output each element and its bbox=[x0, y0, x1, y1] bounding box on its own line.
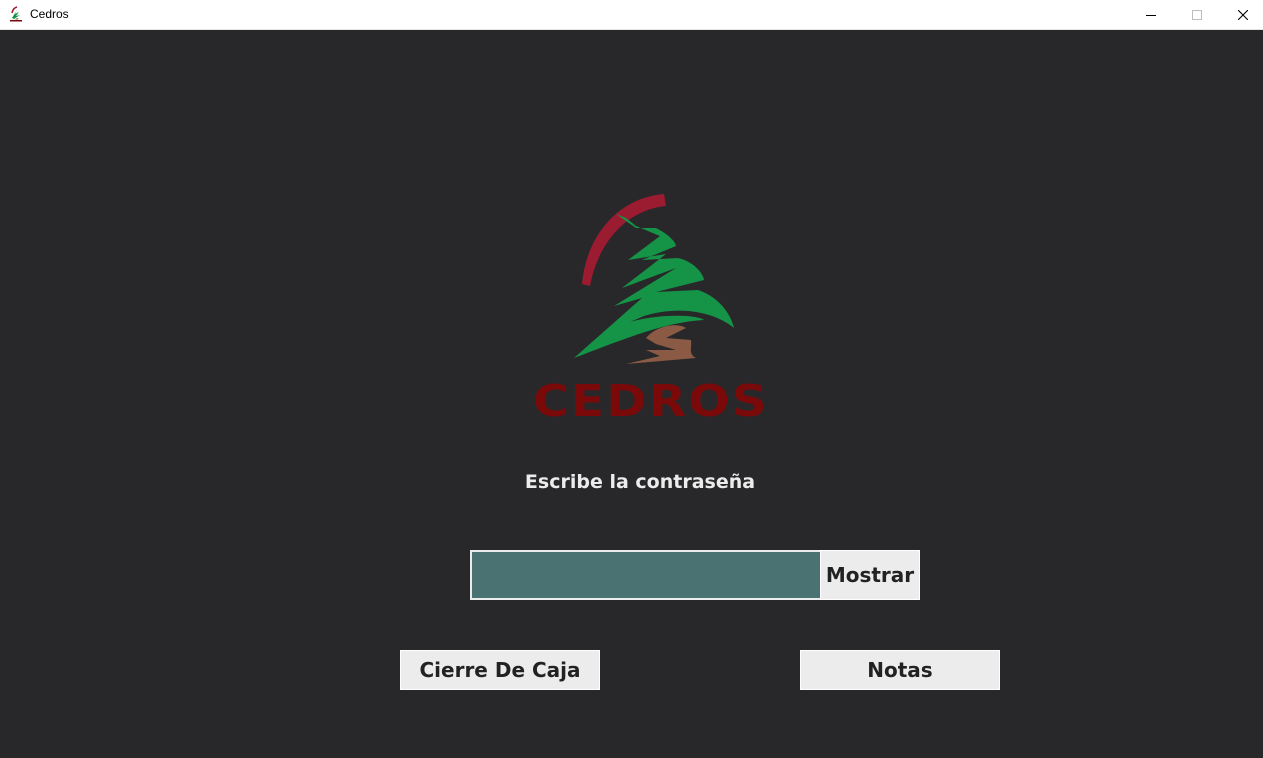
close-icon bbox=[1238, 9, 1248, 20]
app-window: Cedros CEDROS Escribe la contraseña Most… bbox=[0, 0, 1263, 758]
window-title: Cedros bbox=[30, 7, 69, 21]
maximize-button[interactable] bbox=[1174, 0, 1220, 29]
title-bar[interactable]: Cedros bbox=[0, 0, 1263, 30]
minimize-button[interactable] bbox=[1128, 0, 1174, 29]
cedros-logo: CEDROS bbox=[533, 194, 769, 424]
maximize-icon bbox=[1192, 9, 1202, 20]
main-content: CEDROS Escribe la contraseña Mostrar Cie… bbox=[0, 30, 1263, 758]
cedros-tree-icon bbox=[10, 6, 22, 22]
cierre-de-caja-button[interactable]: Cierre De Caja bbox=[400, 650, 600, 690]
close-button[interactable] bbox=[1220, 0, 1263, 29]
minimize-icon bbox=[1146, 14, 1156, 16]
password-prompt-label: Escribe la contraseña bbox=[524, 471, 756, 493]
notas-button[interactable]: Notas bbox=[800, 650, 1000, 690]
logo-wordmark: CEDROS bbox=[533, 376, 769, 424]
show-password-button[interactable]: Mostrar bbox=[820, 550, 920, 600]
password-input[interactable] bbox=[470, 550, 820, 600]
